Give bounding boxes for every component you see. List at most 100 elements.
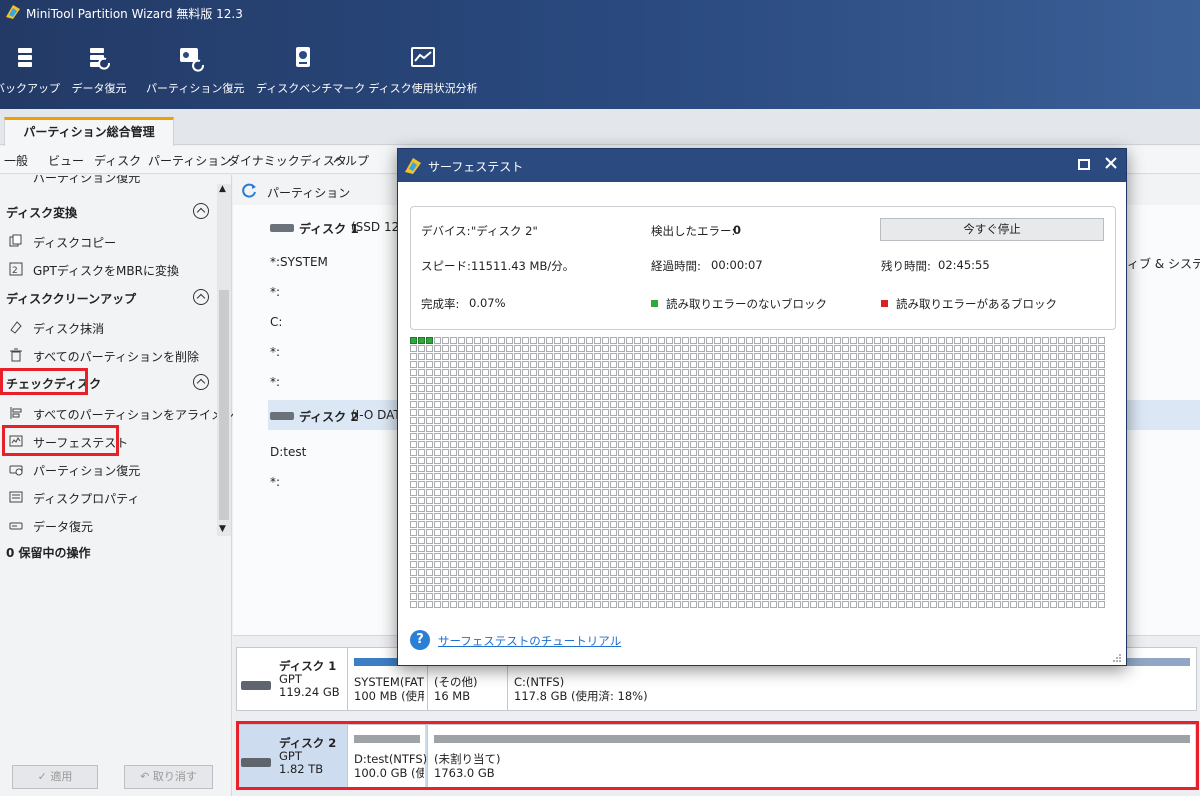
block-cell bbox=[626, 513, 633, 520]
section-disk-convert[interactable]: ディスク変換 bbox=[6, 204, 77, 221]
partition-row[interactable]: *: bbox=[270, 375, 280, 389]
block-cell bbox=[586, 489, 593, 496]
block-cell bbox=[986, 481, 993, 488]
undo-button[interactable]: ↶ 取り消す bbox=[124, 765, 213, 789]
block-cell bbox=[1042, 505, 1049, 512]
block-cell bbox=[666, 369, 673, 376]
block-cell bbox=[770, 553, 777, 560]
scroll-up-icon[interactable]: ▲ bbox=[219, 184, 226, 194]
partition-recovery-button[interactable]: パーティション復元 bbox=[146, 44, 244, 96]
block-cell bbox=[618, 385, 625, 392]
tutorial-link[interactable]: サーフェステストのチュートリアル bbox=[438, 633, 621, 649]
block-cell bbox=[602, 497, 609, 504]
refresh-icon[interactable] bbox=[242, 183, 257, 198]
block-cell bbox=[434, 425, 441, 432]
sidebar-scroll-thumb[interactable] bbox=[219, 290, 229, 520]
apply-button[interactable]: ✓ 適用 bbox=[12, 765, 98, 789]
disk-benchmark-button[interactable]: ディスクベンチマーク bbox=[256, 44, 365, 96]
block-cell bbox=[546, 345, 553, 352]
block-cell bbox=[810, 577, 817, 584]
partition-row[interactable]: D:test bbox=[270, 445, 306, 459]
block-cell bbox=[466, 481, 473, 488]
close-icon[interactable] bbox=[1103, 155, 1119, 171]
collapse-icon[interactable] bbox=[193, 203, 209, 219]
block-cell bbox=[818, 401, 825, 408]
sidebar-item-disk-copy[interactable]: ディスクコピー bbox=[0, 228, 218, 254]
sidebar-item-align-all[interactable]: すべてのパーティションをアライメント bbox=[0, 400, 247, 426]
block-cell bbox=[1002, 553, 1009, 560]
data-recovery-icon bbox=[9, 522, 23, 530]
block-cell bbox=[690, 449, 697, 456]
sidebar-item-delete-all-partitions[interactable]: すべてのパーティションを削除 bbox=[0, 342, 218, 368]
sidebar-item-data-recovery[interactable]: データ復元 bbox=[0, 512, 218, 538]
block-cell bbox=[722, 457, 729, 464]
menu-help[interactable]: ヘルプ bbox=[333, 152, 369, 169]
block-cell bbox=[450, 401, 457, 408]
block-cell bbox=[906, 449, 913, 456]
menu-general[interactable]: 一般 bbox=[4, 152, 28, 169]
block-cell bbox=[938, 345, 945, 352]
maximize-icon[interactable] bbox=[1078, 159, 1090, 170]
sidebar-item-wipe-disk[interactable]: ディスク抹消 bbox=[0, 314, 218, 340]
block-cell bbox=[1010, 513, 1017, 520]
partition-row[interactable]: C: bbox=[270, 315, 282, 329]
block-cell bbox=[706, 425, 713, 432]
block-cell bbox=[786, 585, 793, 592]
block-cell bbox=[410, 473, 417, 480]
block-cell bbox=[650, 393, 657, 400]
block-cell bbox=[802, 601, 809, 608]
sidebar-item-partition-recovery-cut[interactable]: パーティション復元 bbox=[0, 175, 218, 189]
block-cell bbox=[882, 353, 889, 360]
block-cell bbox=[434, 353, 441, 360]
dialog-title-bar[interactable]: サーフェステスト bbox=[398, 149, 1126, 182]
block-cell bbox=[922, 465, 929, 472]
data-recovery-button[interactable]: データ復元 bbox=[70, 44, 128, 96]
menu-partition[interactable]: パーティション bbox=[148, 152, 231, 169]
block-cell bbox=[898, 441, 905, 448]
block-cell bbox=[626, 393, 633, 400]
block-cell bbox=[746, 601, 753, 608]
block-cell bbox=[930, 337, 937, 344]
block-cell bbox=[666, 481, 673, 488]
sidebar-item-label: データ復元 bbox=[33, 520, 94, 534]
section-disk-cleanup[interactable]: ディスククリーンアップ bbox=[6, 290, 136, 307]
block-cell bbox=[978, 369, 985, 376]
block-cell bbox=[1034, 425, 1041, 432]
speed-label: スピード: bbox=[421, 259, 471, 273]
backup-button[interactable]: バックアップ bbox=[0, 44, 60, 96]
menu-dynamic-disk[interactable]: ダイナミックディスク bbox=[228, 152, 347, 169]
block-cell bbox=[826, 561, 833, 568]
menu-disk[interactable]: ディスク bbox=[94, 152, 141, 169]
block-cell bbox=[1058, 417, 1065, 424]
help-icon[interactable]: ? bbox=[410, 630, 430, 650]
block-cell bbox=[922, 401, 929, 408]
block-cell bbox=[506, 593, 513, 600]
block-cell bbox=[626, 505, 633, 512]
disk2-label[interactable]: ディスク 2 bbox=[299, 408, 359, 425]
tab-partition-management[interactable]: パーティション総合管理 bbox=[4, 117, 174, 146]
block-cell bbox=[578, 441, 585, 448]
space-analyzer-button[interactable]: ディスク使用状況分析 bbox=[368, 44, 478, 96]
block-cell bbox=[1026, 505, 1033, 512]
sidebar-item-partition-recovery[interactable]: パーティション復元 bbox=[0, 456, 218, 482]
block-cell bbox=[1090, 489, 1097, 496]
sidebar-item-disk-properties[interactable]: ディスクプロパティ bbox=[0, 484, 218, 510]
menu-view[interactable]: ビュー bbox=[48, 152, 84, 169]
block-cell bbox=[706, 513, 713, 520]
disk1-label[interactable]: ディスク 1 bbox=[299, 220, 359, 237]
sidebar-item-gpt-to-mbr[interactable]: 2 GPTディスクをMBRに変換 bbox=[0, 256, 218, 282]
partition-row[interactable]: *: bbox=[270, 285, 280, 299]
collapse-icon[interactable] bbox=[193, 374, 209, 390]
block-cell bbox=[570, 481, 577, 488]
block-cell bbox=[818, 369, 825, 376]
block-cell bbox=[762, 457, 769, 464]
partition-row[interactable]: *: bbox=[270, 475, 280, 489]
scroll-down-icon[interactable]: ▼ bbox=[219, 524, 226, 534]
resize-grip-icon[interactable] bbox=[1112, 653, 1122, 663]
block-cell bbox=[1034, 449, 1041, 456]
partition-row[interactable]: *: bbox=[270, 345, 280, 359]
block-cell bbox=[506, 569, 513, 576]
partition-row[interactable]: *:SYSTEM bbox=[270, 255, 328, 269]
stop-now-button[interactable]: 今すぐ停止 bbox=[880, 218, 1104, 241]
collapse-icon[interactable] bbox=[193, 289, 209, 305]
